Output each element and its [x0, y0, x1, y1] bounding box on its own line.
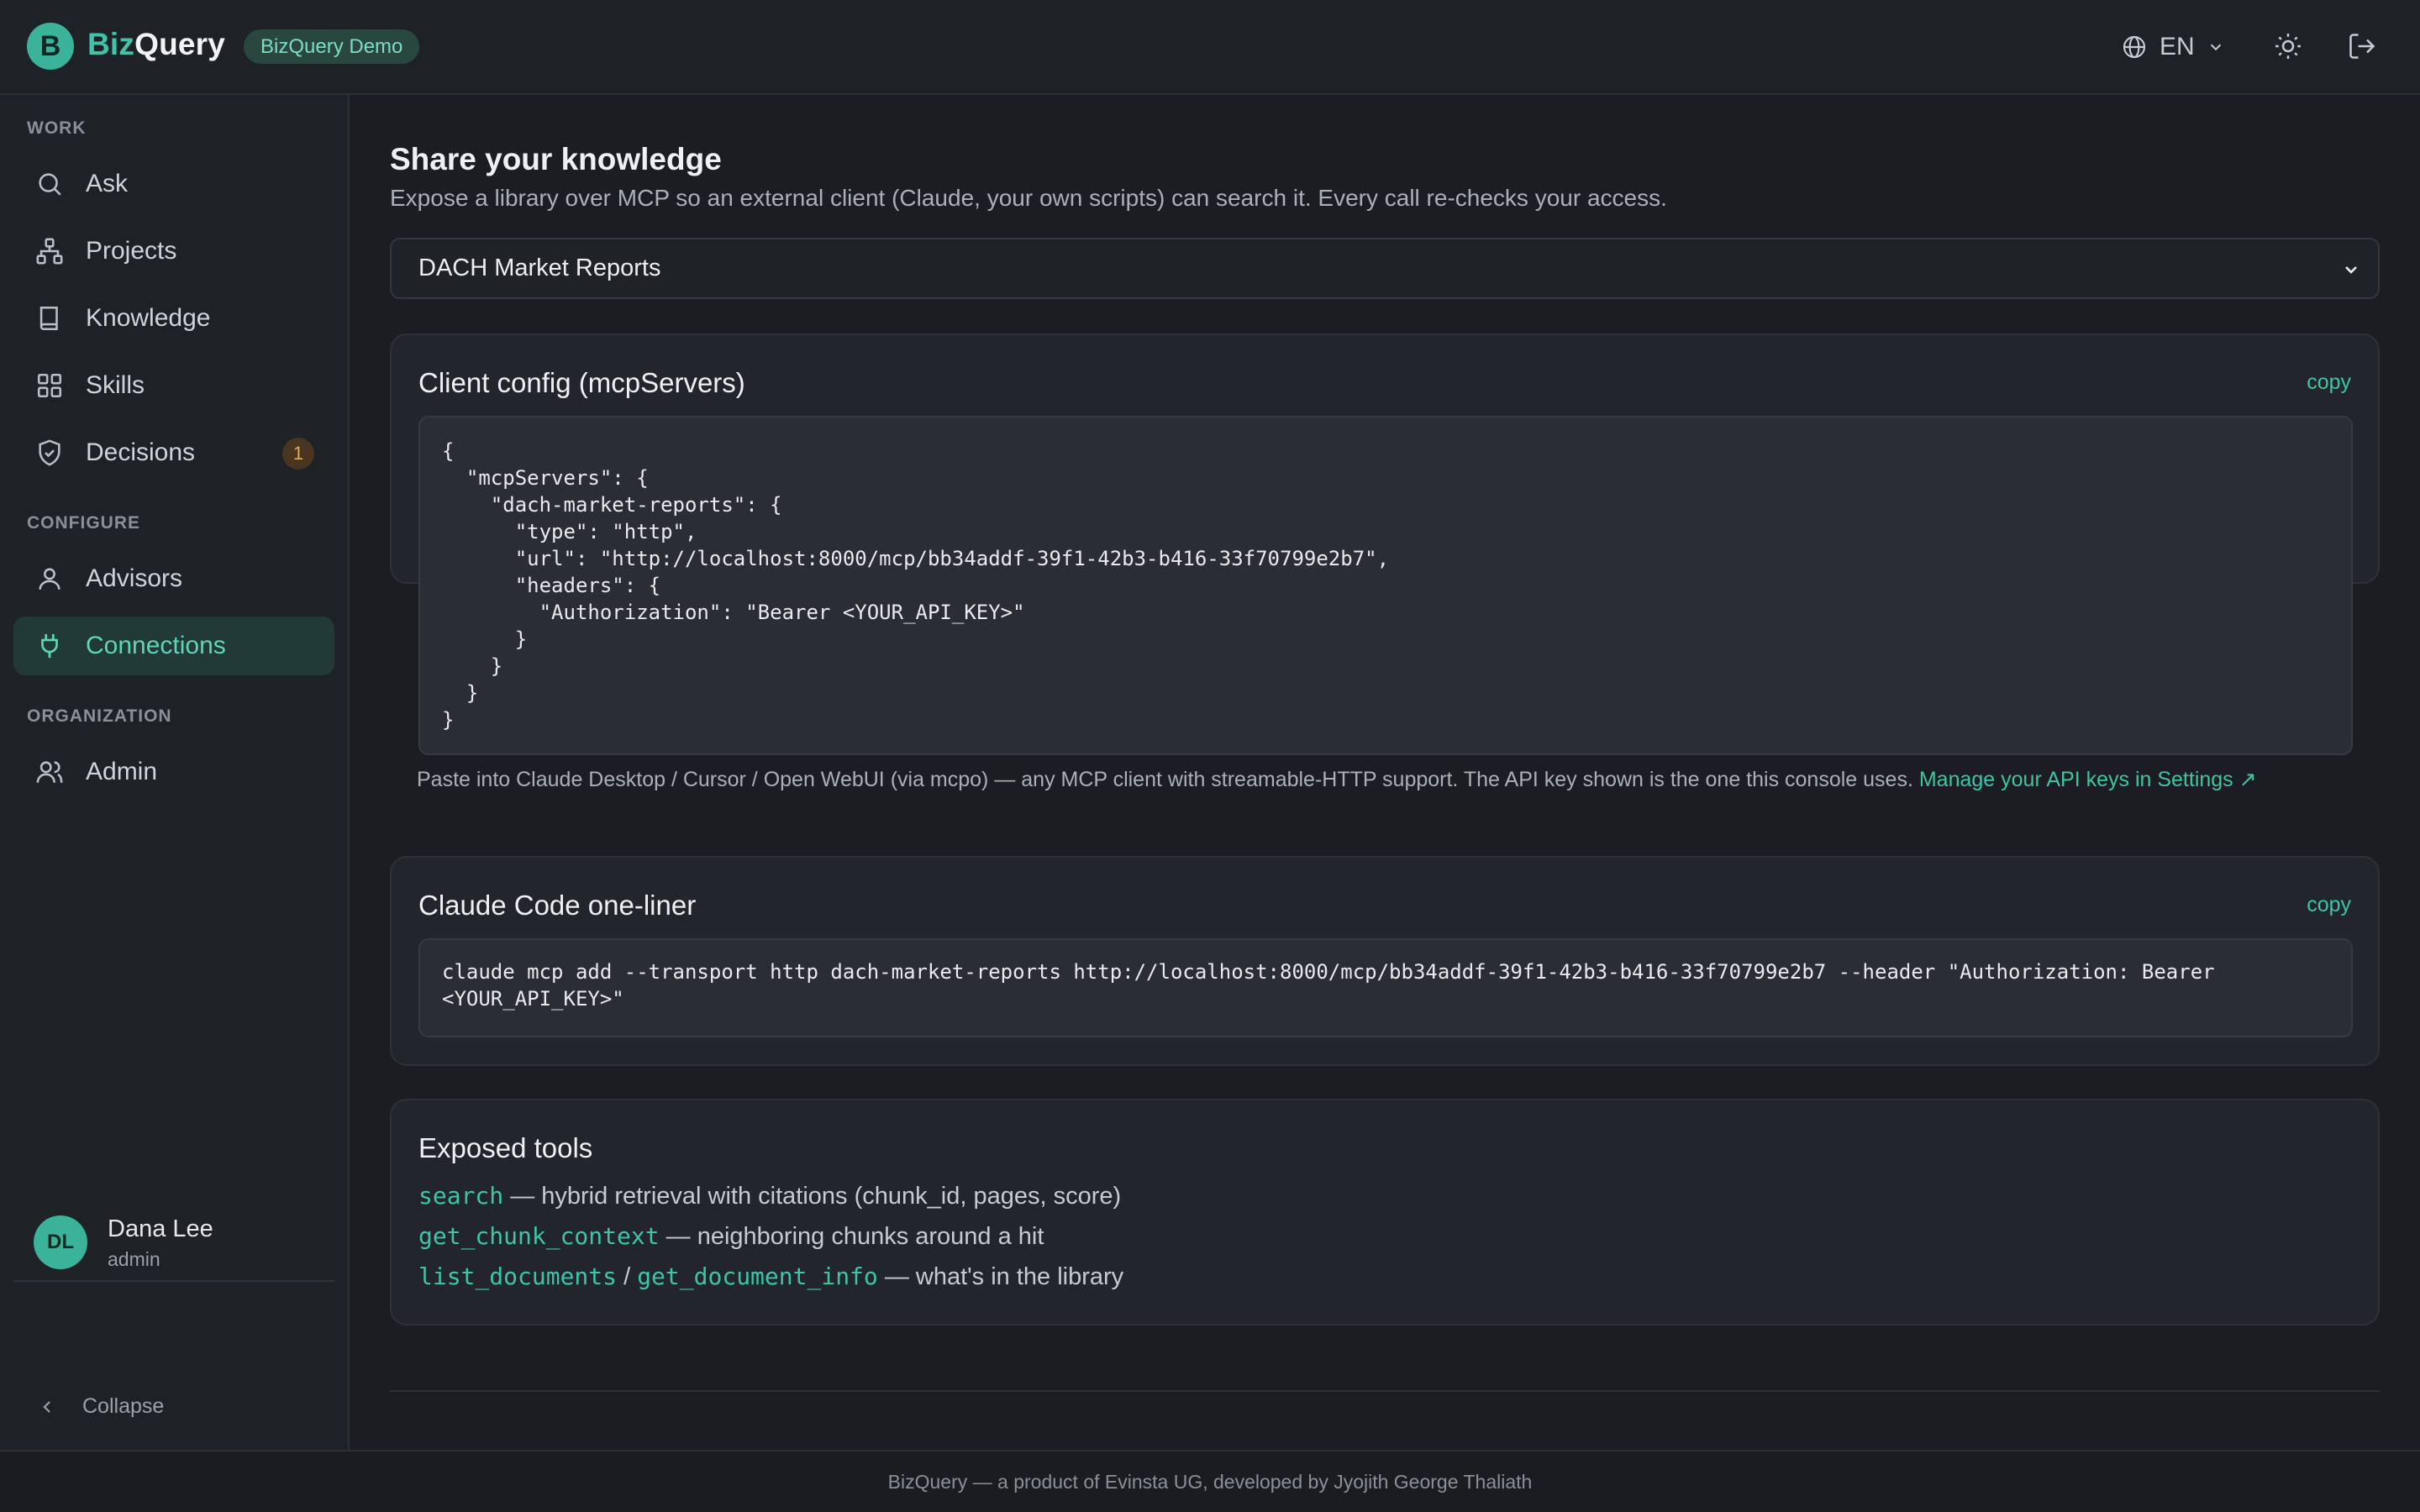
tool-name-get-document-info[interactable]: get_document_info [637, 1263, 878, 1290]
hierarchy-icon [36, 238, 63, 265]
page-subtitle: Expose a library over MCP so an external… [390, 185, 1667, 211]
sidebar-item-admin[interactable]: Admin [13, 743, 334, 801]
sidebar-item-projects[interactable]: Projects [13, 222, 334, 281]
sidebar-item-label: Decisions [86, 438, 196, 466]
exposed-tools-title: Exposed tools [418, 1132, 593, 1163]
one-liner-code[interactable]: claude mcp add --transport http dach-mar… [418, 938, 2353, 1037]
sidebar-item-label: Knowledge [86, 304, 211, 332]
brand-part-2: Query [134, 27, 226, 61]
sidebar-item-ask[interactable]: Ask [13, 155, 334, 213]
sidebar-item-label: Connections [86, 632, 226, 659]
tool-name-get-chunk-context[interactable]: get_chunk_context [418, 1222, 660, 1250]
user-role: admin [108, 1248, 160, 1270]
users-icon [36, 761, 63, 783]
tool-description: — what's in the library [877, 1263, 1124, 1290]
one-liner-title: Claude Code one-liner [418, 890, 697, 921]
avatar[interactable]: DL [34, 1215, 87, 1269]
one-liner-card: Claude Code one-liner copy claude mcp ad… [390, 856, 2380, 1066]
brand-part-1: Biz [87, 27, 135, 61]
top-bar: B BizQuery BizQuery Demo EN [0, 0, 2420, 95]
sidebar-item-label: Admin [86, 758, 158, 785]
tool-description: — neighboring chunks around a hit [659, 1223, 1044, 1250]
sidebar-item-knowledge[interactable]: Knowledge [13, 289, 334, 348]
logout-button[interactable] [2343, 27, 2381, 66]
book-icon [39, 306, 58, 331]
sidebar-item-advisors[interactable]: Advisors [13, 549, 334, 608]
page-title: Share your knowledge [390, 142, 722, 176]
section-label-work: WORK [27, 118, 87, 138]
content-divider [390, 1390, 2380, 1392]
copy-one-liner-button[interactable]: copy [2307, 893, 2351, 917]
collapse-label: Collapse [82, 1394, 165, 1418]
chevron-down-icon [2345, 266, 2357, 274]
sidebar-item-decisions[interactable]: Decisions 1 [13, 423, 334, 482]
manage-api-keys-link[interactable]: Manage your API keys in Settings ↗ [1919, 768, 2257, 791]
decisions-count-badge: 1 [282, 438, 314, 470]
hint-text: Paste into Claude Desktop / Cursor / Ope… [417, 768, 1913, 791]
footer: BizQuery — a product of Evinsta UG, deve… [0, 1450, 2420, 1512]
logout-icon [2349, 34, 2375, 59]
tool-line-search: search — hybrid retrieval with citations… [418, 1182, 1121, 1210]
sidebar-item-label: Advisors [86, 564, 183, 592]
sidebar-item-label: Ask [86, 170, 129, 197]
exposed-tools-card: Exposed tools search — hybrid retrieval … [390, 1099, 2380, 1326]
tool-line-documents: list_documents / get_document_info — wha… [418, 1263, 1123, 1291]
client-config-title: Client config (mcpServers) [418, 367, 745, 398]
copy-config-button[interactable]: copy [2307, 370, 2351, 395]
footer-text: BizQuery — a product of Evinsta UG, deve… [887, 1470, 1533, 1493]
section-label-organization: ORGANIZATION [27, 706, 172, 726]
sun-icon [2275, 34, 2301, 59]
tool-line-get-chunk-context: get_chunk_context — neighboring chunks a… [418, 1222, 1044, 1251]
chevron-down-icon [2210, 44, 2221, 51]
library-select-value: DACH Market Reports [418, 255, 661, 281]
shield-check-icon [39, 439, 60, 466]
language-label: EN [2160, 33, 2195, 60]
tool-name-search[interactable]: search [418, 1182, 503, 1210]
sidebar-item-label: Skills [86, 371, 145, 399]
chevron-left-icon [43, 1400, 50, 1413]
plug-icon [41, 633, 58, 659]
client-config-hint: Paste into Claude Desktop / Cursor / Ope… [417, 767, 2257, 792]
user-icon [39, 568, 60, 590]
search-icon [39, 173, 61, 196]
sidebar-item-label: Projects [86, 237, 177, 265]
sidebar-item-connections[interactable]: Connections [13, 617, 334, 675]
tool-name-list-documents[interactable]: list_documents [418, 1263, 617, 1290]
globe-icon [2123, 35, 2146, 59]
language-selector[interactable]: EN [2121, 29, 2225, 66]
tool-description: — hybrid retrieval with citations (chunk… [503, 1183, 1122, 1210]
sidebar-divider [13, 1280, 334, 1282]
workspace-badge: BizQuery Demo [244, 29, 420, 64]
logo-mark[interactable]: B [27, 23, 74, 70]
theme-toggle-button[interactable] [2269, 27, 2307, 66]
grid-icon [37, 373, 62, 398]
collapse-sidebar-button[interactable]: Collapse [37, 1394, 164, 1419]
user-name: Dana Lee [108, 1215, 213, 1242]
brand-name[interactable]: BizQuery [87, 27, 225, 62]
client-config-code[interactable]: { "mcpServers": { "dach-market-reports":… [418, 416, 2353, 755]
library-select[interactable]: DACH Market Reports [390, 238, 2380, 299]
client-config-card: Client config (mcpServers) copy { "mcpSe… [390, 333, 2380, 755]
section-label-configure: CONFIGURE [27, 513, 140, 533]
sidebar-item-skills[interactable]: Skills [13, 356, 334, 415]
tool-separator: / [617, 1263, 638, 1290]
